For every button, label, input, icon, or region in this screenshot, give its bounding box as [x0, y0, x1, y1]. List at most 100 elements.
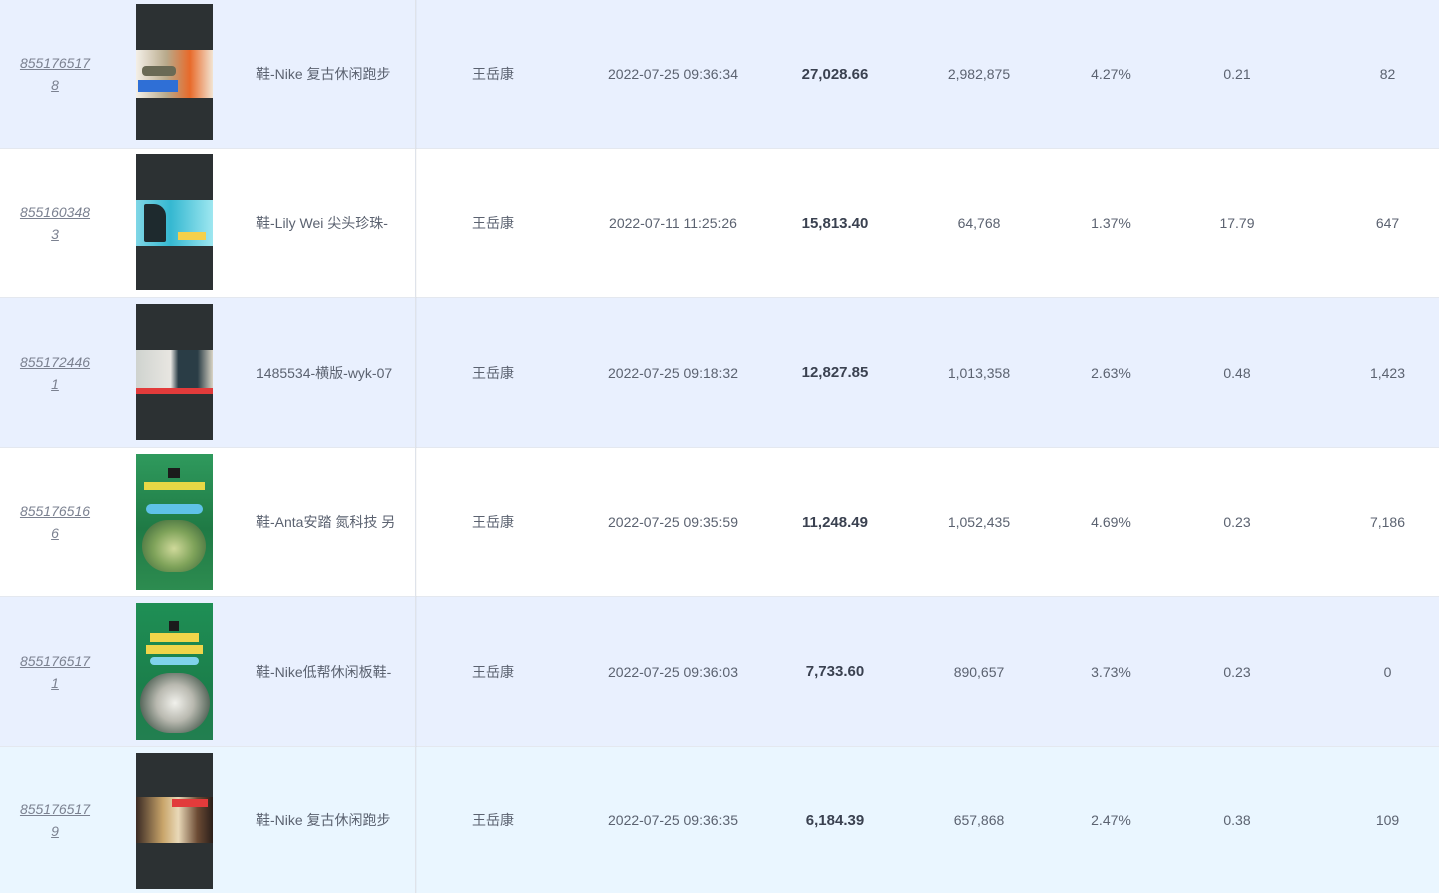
- rate-cell: 2.47%: [1050, 747, 1172, 893]
- views-cell: 890,657: [915, 597, 1043, 746]
- video-title-cell: 鞋-Nike 复古休闲跑步: [256, 0, 394, 148]
- ratio-cell: 0.23: [1180, 448, 1294, 596]
- ratio-cell: 0.21: [1180, 0, 1294, 148]
- count-value: 109: [1375, 812, 1400, 828]
- ratio-value: 0.23: [1223, 514, 1251, 530]
- rate-value: 2.63%: [1091, 364, 1131, 381]
- table-row[interactable]: 855176517 1 鞋-Nike低帮休闲板鞋- 王岳康 2022-07-25 …: [0, 597, 1439, 747]
- revenue-value: 12,827.85: [801, 364, 869, 381]
- video-title[interactable]: 鞋-Anta安踏 氮科技 另: [256, 512, 394, 532]
- video-title[interactable]: 鞋-Nike 复古休闲跑步: [256, 810, 394, 830]
- video-title[interactable]: 鞋-Nike低帮休闲板鞋-: [256, 662, 394, 682]
- video-id-part: 9: [51, 823, 59, 839]
- views-cell: 2,982,875: [915, 0, 1043, 148]
- revenue-cell: 7,733.60: [770, 597, 900, 746]
- fixed-column-divider: [415, 0, 417, 893]
- video-id-part: 1: [51, 674, 59, 691]
- video-id-link[interactable]: 855160348 3: [20, 201, 90, 245]
- revenue-cell: 6,184.39: [770, 747, 900, 893]
- ratio-cell: 0.48: [1180, 298, 1294, 447]
- nike-retro-sneaker-thumbnail[interactable]: [136, 4, 213, 140]
- rate-value: 4.69%: [1091, 514, 1131, 530]
- revenue-cell: 12,827.85: [770, 298, 900, 447]
- publish-time: 2022-07-25 09:36:35: [608, 812, 738, 828]
- video-title[interactable]: 1485534-横版-wyk-07: [256, 363, 394, 383]
- video-title-cell: 1485534-横版-wyk-07: [256, 298, 394, 447]
- owner-cell: 王岳康: [430, 747, 556, 893]
- video-id-link[interactable]: 855172446 1: [20, 351, 90, 395]
- video-id-cell: 855176517 8: [0, 0, 110, 148]
- owner-cell: 王岳康: [430, 149, 556, 297]
- table-row[interactable]: 855160348 3 鞋-Lily Wei 尖头珍珠- 王岳康 2022-07-…: [0, 149, 1439, 298]
- views-cell: 1,052,435: [915, 448, 1043, 596]
- ratio-value: 17.79: [1219, 215, 1255, 231]
- thumbnail-cell: [136, 603, 213, 740]
- revenue-value: 27,028.66: [801, 65, 869, 83]
- publish-time: 2022-07-25 09:36:03: [608, 663, 738, 680]
- revenue-value: 6,184.39: [805, 811, 865, 829]
- publish-time: 2022-07-25 09:35:59: [608, 514, 738, 530]
- rate-cell: 3.73%: [1050, 597, 1172, 746]
- views-value: 890,657: [953, 663, 1005, 680]
- publish-time: 2022-07-11 11:25:26: [609, 215, 737, 231]
- ratio-cell: 17.79: [1180, 149, 1294, 297]
- owner-cell: 王岳康: [430, 448, 556, 596]
- views-value: 657,868: [953, 812, 1005, 828]
- video-id-part: 855176517: [19, 55, 91, 71]
- table-row[interactable]: 855176517 9 鞋-Nike 复古休闲跑步 王岳康 2022-07-25 …: [0, 747, 1439, 893]
- owner-name: 王岳康: [472, 215, 514, 231]
- views-value: 1,052,435: [947, 514, 1011, 530]
- table-row[interactable]: 855172446 1 1485534-横版-wyk-07 王岳康 2022-07…: [0, 298, 1439, 448]
- revenue-value: 11,248.49: [802, 513, 868, 531]
- thumbnail-cell: [136, 154, 213, 290]
- nike-low-board-shoe-thumbnail[interactable]: [136, 603, 213, 740]
- count-cell: 1,423: [1340, 298, 1435, 447]
- views-value: 1,013,358: [947, 364, 1011, 381]
- video-id-part: 855160348: [19, 204, 91, 220]
- video-id-link[interactable]: 855176516 6: [20, 500, 90, 544]
- publish-time-cell: 2022-07-25 09:36:35: [588, 747, 758, 893]
- table-row[interactable]: 855176517 8 鞋-Nike 复古休闲跑步 王岳康 2022-07-25 …: [0, 0, 1439, 149]
- video-id-part: 855176517: [19, 801, 91, 817]
- rate-cell: 4.69%: [1050, 448, 1172, 596]
- publish-time-cell: 2022-07-25 09:36:03: [588, 597, 758, 746]
- owner-name: 王岳康: [472, 364, 514, 381]
- table-row[interactable]: 855176516 6 鞋-Anta安踏 氮科技 另 王岳康 2022-07-25…: [0, 448, 1439, 597]
- owner-name: 王岳康: [472, 663, 514, 680]
- video-title-cell: 鞋-Lily Wei 尖头珍珠-: [256, 149, 394, 297]
- video-title[interactable]: 鞋-Nike 复古休闲跑步: [256, 64, 394, 84]
- rate-value: 2.47%: [1091, 812, 1131, 828]
- video-id-part: 8: [51, 77, 59, 93]
- video-id-link[interactable]: 855176517 9: [20, 798, 90, 842]
- horizontal-product-thumbnail[interactable]: [136, 304, 213, 440]
- count-cell: 82: [1340, 0, 1435, 148]
- video-id-part: 855172446: [19, 353, 91, 370]
- ratio-value: 0.38: [1223, 812, 1251, 828]
- count-value: 0: [1383, 663, 1392, 680]
- video-title[interactable]: 鞋-Lily Wei 尖头珍珠-: [256, 213, 394, 233]
- owner-cell: 王岳康: [430, 597, 556, 746]
- count-value: 647: [1375, 215, 1400, 231]
- video-id-part: 3: [51, 226, 59, 242]
- thumbnail-cell: [136, 753, 213, 889]
- revenue-value: 7,733.60: [805, 663, 865, 680]
- revenue-cell: 15,813.40: [770, 149, 900, 297]
- count-cell: 109: [1340, 747, 1435, 893]
- video-id-cell: 855172446 1: [0, 298, 110, 447]
- anta-green-sneaker-thumbnail[interactable]: [136, 454, 213, 590]
- count-cell: 7,186: [1340, 448, 1435, 596]
- video-id-link[interactable]: 855176517 8: [20, 52, 90, 96]
- lily-wei-heels-thumbnail[interactable]: [136, 154, 213, 290]
- count-cell: 0: [1340, 597, 1435, 746]
- ratio-value: 0.48: [1223, 364, 1251, 381]
- video-id-part: 855176517: [19, 652, 91, 669]
- views-cell: 64,768: [915, 149, 1043, 297]
- video-id-part: 855176516: [19, 503, 91, 519]
- nike-retro-runner-thumbnail[interactable]: [136, 753, 213, 889]
- thumbnail-cell: [136, 454, 213, 590]
- thumbnail-cell: [136, 4, 213, 140]
- video-id-link[interactable]: 855176517 1: [20, 650, 90, 694]
- owner-cell: 王岳康: [430, 298, 556, 447]
- count-value: 1,423: [1369, 364, 1406, 381]
- ratio-value: 0.23: [1223, 663, 1251, 680]
